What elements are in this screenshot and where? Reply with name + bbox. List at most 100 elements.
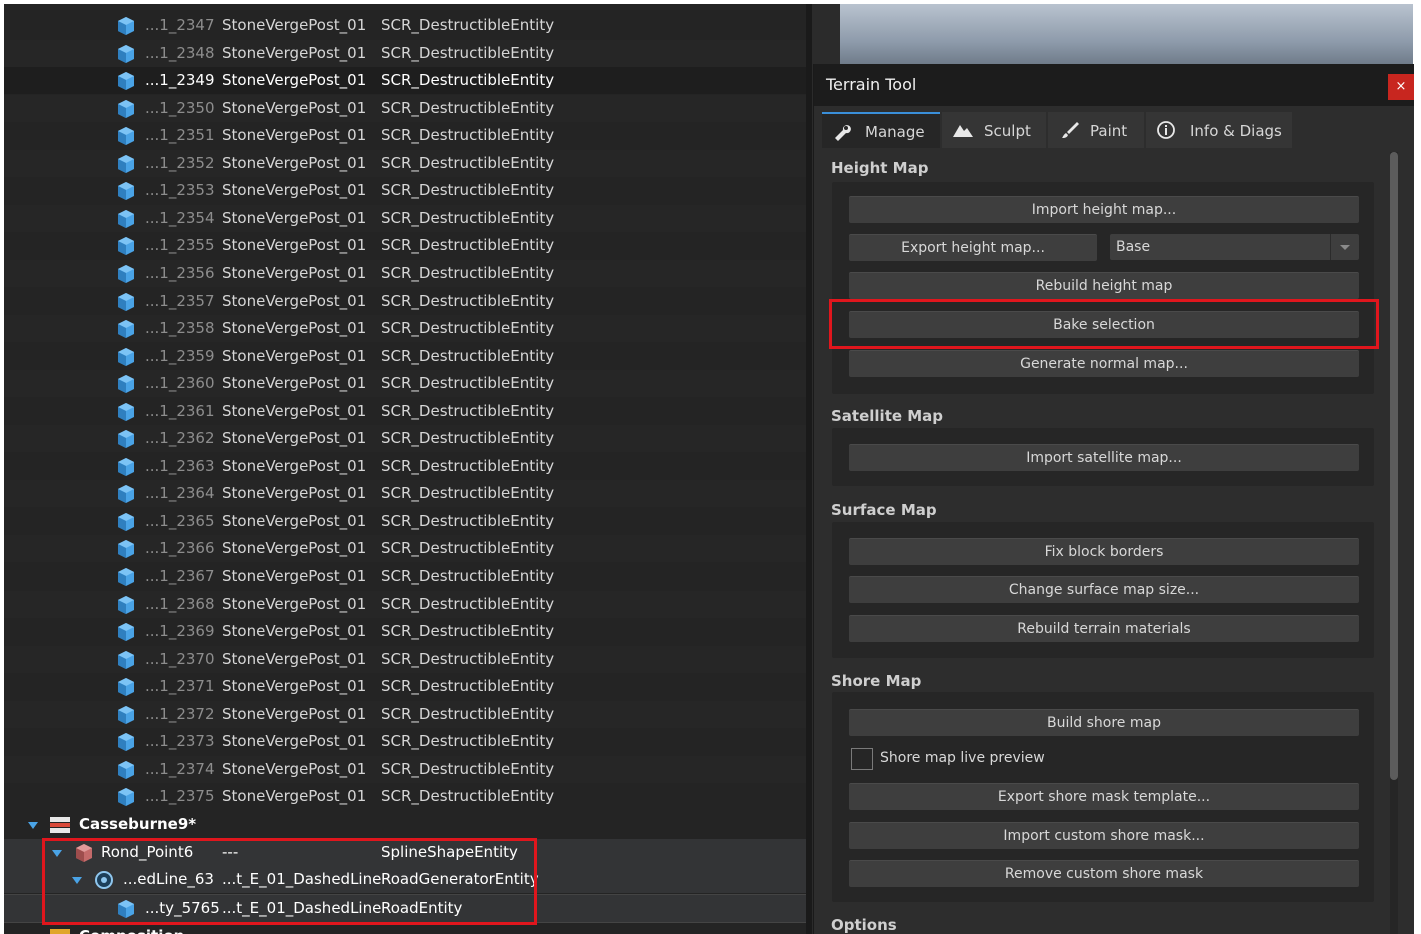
outliner-row[interactable]: ...1_2363 StoneVergePost_01 SCR_Destructib…: [4, 453, 806, 480]
entity-prefab: StoneVergePost_01: [222, 732, 367, 751]
entity-cube-icon: [116, 44, 136, 64]
panel-title: Terrain Tool: [826, 75, 917, 94]
remove-custom-shore-mask-button[interactable]: Remove custom shore mask: [849, 860, 1359, 887]
outliner-row[interactable]: ...1_2349 StoneVergePost_01 SCR_Destructib…: [4, 67, 806, 95]
entity-cube-icon: [116, 457, 136, 477]
outliner-layer-row[interactable]: Casseburne9*: [4, 811, 806, 838]
entity-type: SCR_DestructibleEntity: [381, 236, 555, 255]
change-surface-map-size-button[interactable]: Change surface map size...: [849, 576, 1359, 603]
tab-label: Sculpt: [984, 122, 1031, 140]
import-satellite-map-button[interactable]: Import satellite map...: [849, 444, 1359, 471]
entity-cube-icon: [116, 650, 136, 670]
outliner-row[interactable]: ...1_2372 StoneVergePost_01 SCR_Destructib…: [4, 700, 806, 728]
entity-id: ...1_2360: [145, 374, 215, 393]
outliner-row[interactable]: ...1_2367 StoneVergePost_01 SCR_Destructib…: [4, 563, 806, 590]
entity-prefab: StoneVergePost_01: [222, 208, 367, 227]
entity-prefab: StoneVergePost_01: [222, 181, 367, 200]
outliner-row[interactable]: ...1_2374 StoneVergePost_01 SCR_Destructib…: [4, 755, 806, 783]
viewport-sky[interactable]: [840, 4, 1413, 68]
entity-type: SCR_DestructibleEntity: [381, 71, 555, 90]
outliner-row[interactable]: ...1_2347 StoneVergePost_01 SCR_Destructib…: [4, 12, 806, 39]
outliner-row[interactable]: ...1_2356 StoneVergePost_01 SCR_Destructib…: [4, 259, 806, 287]
entity-type: SCR_DestructibleEntity: [381, 732, 555, 751]
build-shore-map-button[interactable]: Build shore map: [849, 709, 1359, 736]
outliner-row[interactable]: ...1_2354 StoneVergePost_01 SCR_Destructib…: [4, 204, 806, 232]
tab-sculpt[interactable]: Sculpt: [942, 112, 1046, 148]
entity-cube-icon: [116, 264, 136, 284]
entity-cube-icon: [116, 622, 136, 642]
entity-type: SCR_DestructibleEntity: [381, 622, 555, 641]
outliner-row[interactable]: ...1_2365 StoneVergePost_01 SCR_Destructib…: [4, 508, 806, 535]
entity-prefab: StoneVergePost_01: [222, 456, 367, 475]
shore-live-preview-checkbox[interactable]: [851, 748, 873, 770]
outliner-row[interactable]: ...1_2350 StoneVergePost_01 SCR_Destructib…: [4, 94, 806, 122]
entity-id: ...1_2363: [145, 456, 215, 475]
export-height-map-button[interactable]: Export height map...: [849, 234, 1097, 261]
tab-info-diags[interactable]: Info & Diags: [1146, 112, 1292, 148]
outliner-row[interactable]: ...1_2375 StoneVergePost_01 SCR_Destructib…: [4, 783, 806, 810]
outliner-row[interactable]: ...1_2368 StoneVergePost_01 SCR_Destructib…: [4, 590, 806, 618]
import-height-map-button[interactable]: Import height map...: [849, 196, 1359, 223]
generate-normal-map-button[interactable]: Generate normal map...: [849, 350, 1359, 377]
entity-id: ...1_2370: [145, 649, 215, 668]
entity-type: SCR_DestructibleEntity: [381, 16, 555, 34]
layer-icon: [49, 927, 71, 934]
fix-block-borders-button[interactable]: Fix block borders: [849, 538, 1359, 565]
export-shore-mask-template-button[interactable]: Export shore mask template...: [849, 783, 1359, 810]
outliner-row[interactable]: ...1_2355 StoneVergePost_01 SCR_Destructib…: [4, 232, 806, 259]
entity-cube-icon: [116, 292, 136, 312]
terrain-tool-panel: Terrain Tool × Manage Sculpt Paint Info …: [813, 64, 1414, 934]
outliner-row[interactable]: ...1_2357 StoneVergePost_01 SCR_Destructib…: [4, 288, 806, 315]
entity-id: ...1_2372: [145, 704, 215, 723]
entity-id: ...1_2375: [145, 787, 215, 806]
entity-type: SCR_DestructibleEntity: [381, 43, 555, 62]
entity-id: ...1_2366: [145, 539, 215, 558]
entity-prefab: StoneVergePost_01: [222, 539, 367, 558]
outliner-row[interactable]: ...1_2358 StoneVergePost_01 SCR_Destructib…: [4, 315, 806, 343]
outliner-row[interactable]: ...1_2359 StoneVergePost_01 SCR_Destructib…: [4, 343, 806, 370]
close-button[interactable]: ×: [1388, 74, 1414, 100]
import-custom-shore-mask-button[interactable]: Import custom shore mask...: [849, 822, 1359, 849]
chevron-down-icon: [1330, 234, 1359, 260]
info-icon: [1156, 112, 1176, 154]
entity-prefab: StoneVergePost_01: [222, 263, 367, 282]
entity-prefab: StoneVergePost_01: [222, 787, 367, 806]
tab-paint[interactable]: Paint: [1048, 112, 1144, 148]
expand-arrow-icon[interactable]: [28, 821, 38, 829]
entity-id: ...1_2349: [145, 71, 215, 90]
outliner-row[interactable]: ...1_2362 StoneVergePost_01 SCR_Destructib…: [4, 425, 806, 453]
entity-prefab: StoneVergePost_01: [222, 71, 367, 90]
outliner-row[interactable]: ...1_2360 StoneVergePost_01 SCR_Destructib…: [4, 370, 806, 398]
dropdown-value: Base: [1116, 239, 1151, 255]
outliner-row[interactable]: ...1_2370 StoneVergePost_01 SCR_Destructib…: [4, 645, 806, 673]
outliner-row[interactable]: ...1_2361 StoneVergePost_01 SCR_Destructib…: [4, 398, 806, 425]
export-target-dropdown[interactable]: Base: [1110, 234, 1359, 260]
outliner-row[interactable]: ...1_2352 StoneVergePost_01 SCR_Destructib…: [4, 149, 806, 177]
entity-cube-icon: [116, 512, 136, 532]
entity-cube-icon: [116, 732, 136, 752]
entity-prefab: StoneVergePost_01: [222, 153, 367, 172]
outliner-row[interactable]: ...1_2371 StoneVergePost_01 SCR_Destructib…: [4, 673, 806, 700]
entity-id: ...1_2352: [145, 153, 215, 172]
outliner-row[interactable]: ...1_2353 StoneVergePost_01 SCR_Destructib…: [4, 177, 806, 204]
scene-outliner[interactable]: ...1_2347 StoneVergePost_01 SCR_Destructib…: [4, 4, 806, 934]
outliner-row[interactable]: ...1_2369 StoneVergePost_01 SCR_Destructib…: [4, 618, 806, 645]
entity-prefab: StoneVergePost_01: [222, 429, 367, 448]
section-title-options: Options: [831, 916, 897, 934]
tab-manage[interactable]: Manage: [822, 112, 940, 148]
rebuild-terrain-materials-button[interactable]: Rebuild terrain materials: [849, 615, 1359, 642]
outliner-row[interactable]: ...1_2364 StoneVergePost_01 SCR_Destructib…: [4, 480, 806, 508]
entity-cube-icon: [116, 787, 136, 807]
panel-scrollbar-thumb[interactable]: [1390, 152, 1398, 780]
entity-type: SCR_DestructibleEntity: [381, 594, 555, 613]
entity-prefab: StoneVergePost_01: [222, 43, 367, 62]
panel-titlebar[interactable]: Terrain Tool ×: [814, 64, 1414, 106]
entity-type: SCR_DestructibleEntity: [381, 456, 555, 475]
outliner-row[interactable]: ...1_2366 StoneVergePost_01 SCR_Destructib…: [4, 535, 806, 563]
outliner-row[interactable]: ...1_2348 StoneVergePost_01 SCR_Destructib…: [4, 39, 806, 67]
entity-prefab: StoneVergePost_01: [222, 16, 367, 34]
rebuild-height-map-button[interactable]: Rebuild height map: [849, 272, 1359, 299]
outliner-row[interactable]: ...1_2373 StoneVergePost_01 SCR_Destructib…: [4, 728, 806, 755]
entity-type: SCR_DestructibleEntity: [381, 263, 555, 282]
outliner-row[interactable]: ...1_2351 StoneVergePost_01 SCR_Destructib…: [4, 122, 806, 149]
